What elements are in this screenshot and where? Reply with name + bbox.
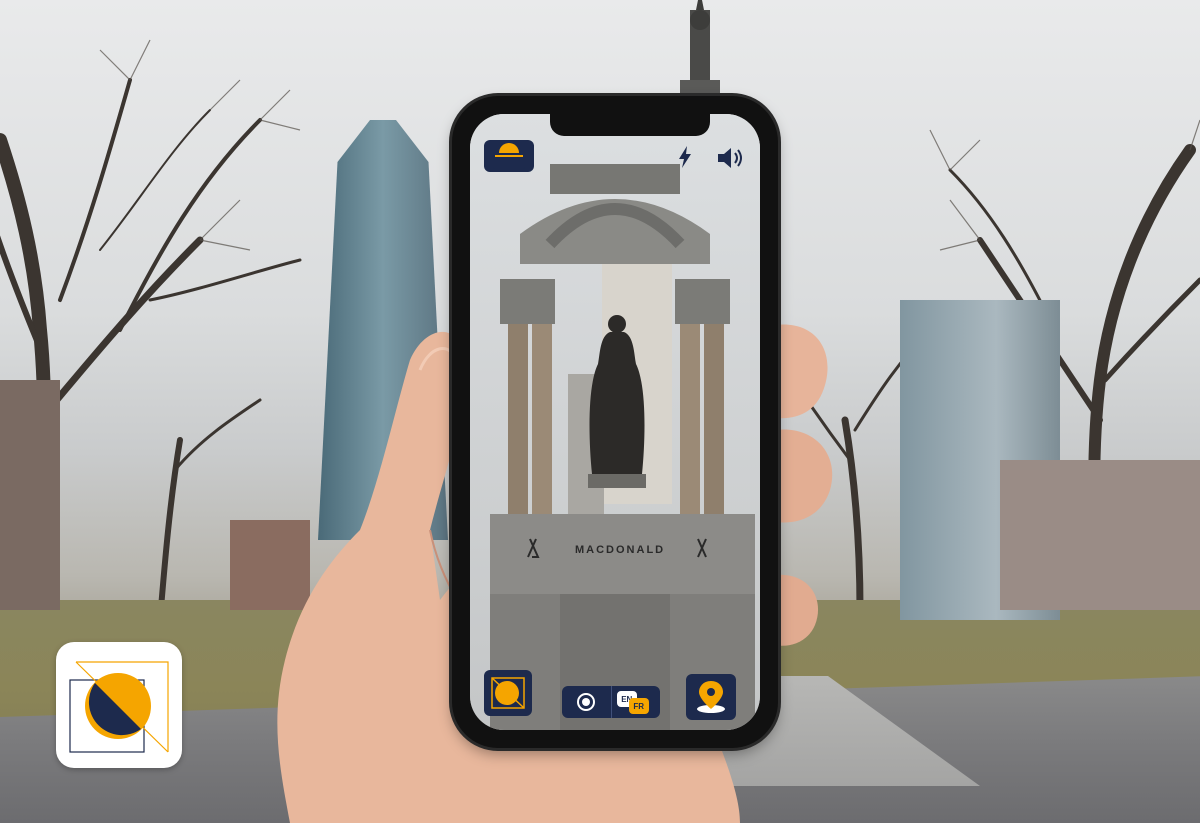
- smartphone: Marriott MACDONALD: [452, 96, 778, 748]
- flash-icon[interactable]: [677, 146, 693, 168]
- building: [0, 380, 60, 610]
- phone-notch: [550, 114, 710, 136]
- camera-view: Marriott: [470, 114, 760, 730]
- language-to: FR: [628, 698, 649, 714]
- map-pin-icon: [697, 681, 725, 713]
- speaker-icon[interactable]: [716, 146, 746, 170]
- badge-icon: [491, 677, 525, 709]
- wallet-icon: [493, 143, 525, 169]
- phone-screen: Marriott MACDONALD: [470, 114, 760, 730]
- app-logo: [69, 661, 169, 753]
- translate-icon: EN FR: [616, 689, 655, 715]
- capture-language-bar: EN FR: [562, 686, 660, 718]
- wallet-button[interactable]: [484, 140, 534, 172]
- record-icon: [577, 693, 596, 711]
- building: [1000, 460, 1200, 610]
- monument-inscription: MACDONALD: [575, 544, 666, 556]
- location-button[interactable]: [686, 674, 736, 720]
- record-button[interactable]: [562, 686, 611, 718]
- badge-button[interactable]: [484, 670, 532, 716]
- language-toggle[interactable]: EN FR: [610, 686, 661, 718]
- app-logo-tile: [56, 642, 182, 768]
